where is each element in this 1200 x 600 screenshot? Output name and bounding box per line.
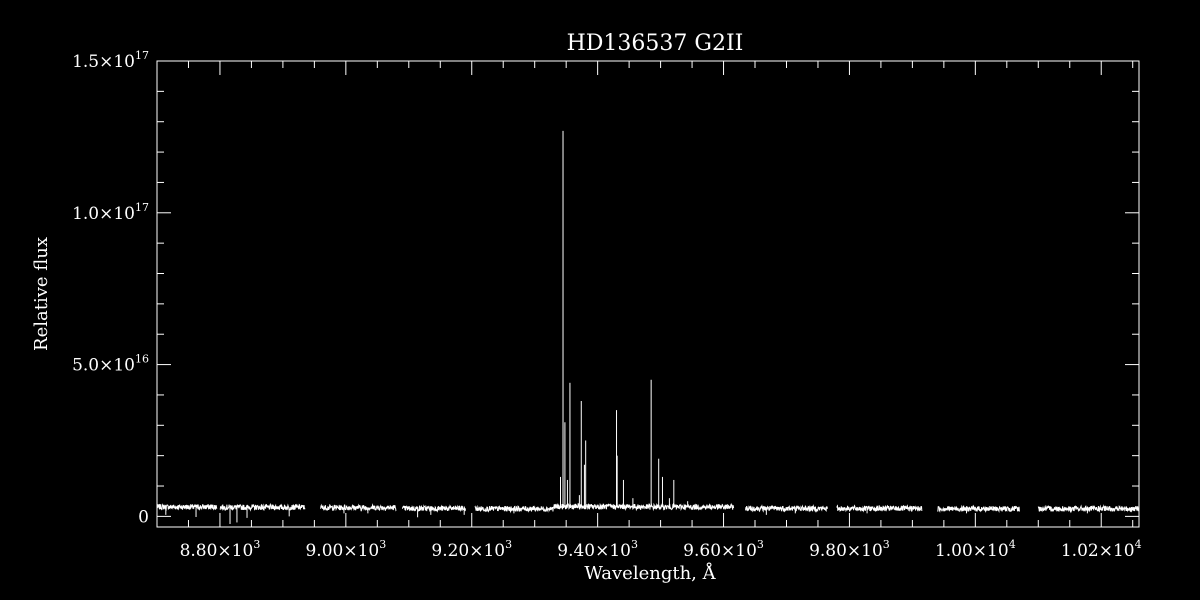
x-tick-label: 9.80×103 (809, 538, 890, 561)
x-tick-label: 9.40×103 (557, 538, 638, 561)
x-tick-label: 8.80×103 (180, 538, 261, 561)
x-tick-label: 9.20×103 (431, 538, 512, 561)
x-tick-label: 1.00×104 (935, 538, 1016, 561)
spectrum-chart: HD136537 G2II 8.80×103 9.00×103 9.20×103 9.… (0, 0, 1200, 600)
y-tick-label: 0 (138, 507, 149, 527)
y-axis-label: Relative flux (31, 237, 52, 351)
chart-title: HD136537 G2II (567, 31, 744, 56)
x-tick-label: 9.00×103 (305, 538, 386, 561)
chart-background (0, 0, 1200, 600)
x-axis-label: Wavelength, Å (584, 562, 716, 584)
x-tick-label: 1.02×104 (1061, 538, 1142, 561)
x-tick-label: 9.60×103 (683, 538, 764, 561)
